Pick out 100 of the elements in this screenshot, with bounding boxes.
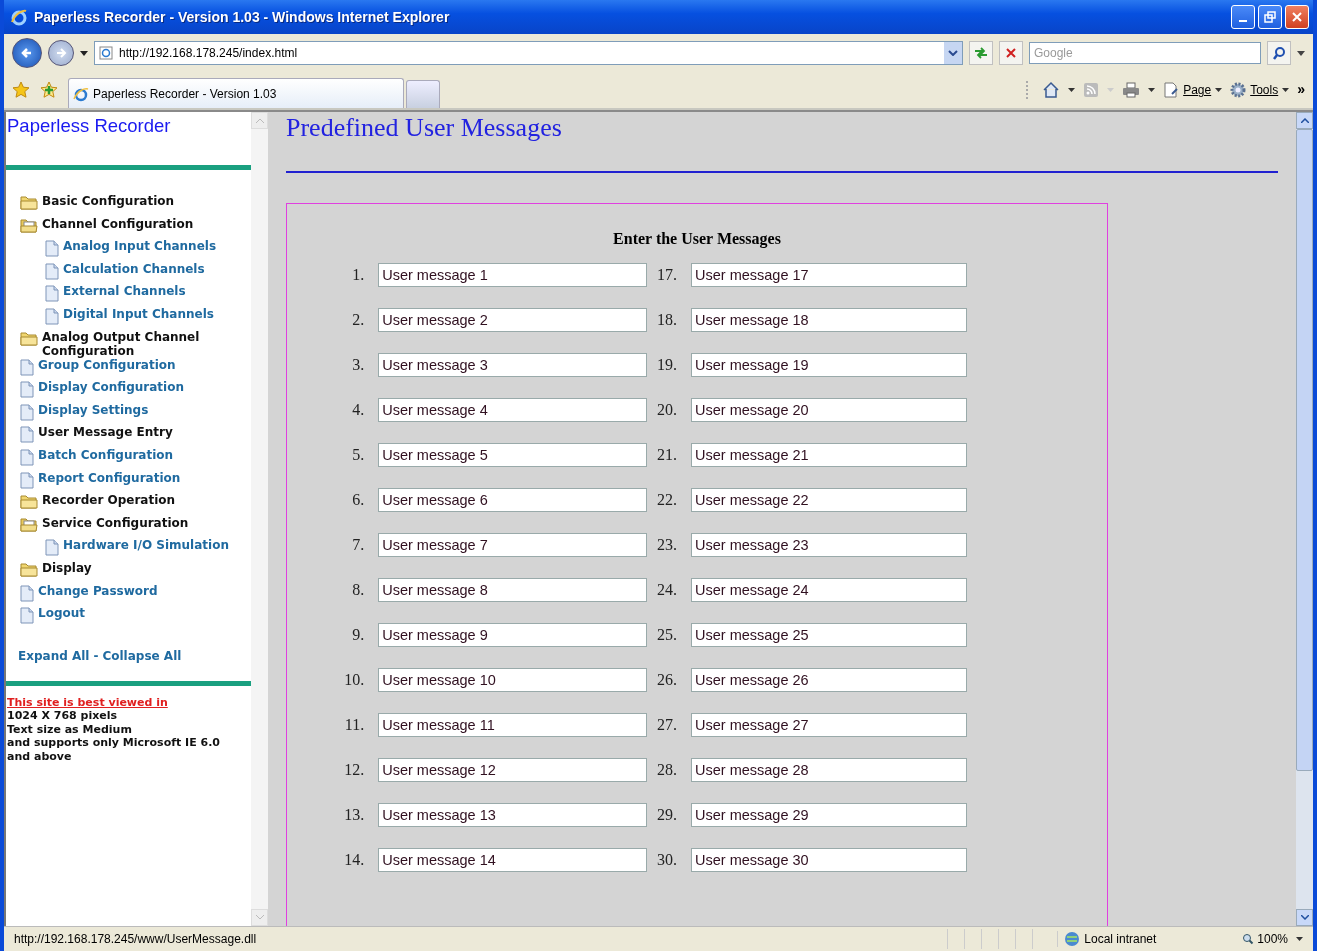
page-icon — [20, 584, 34, 602]
tools-menu-button[interactable]: Tools — [1230, 82, 1290, 98]
message-field[interactable]: User message 4 — [378, 398, 647, 422]
tree-item[interactable]: External Channels — [63, 284, 186, 299]
page-icon — [45, 285, 59, 303]
message-field[interactable]: User message 11 — [378, 713, 647, 737]
message-field[interactable]: User message 1 — [378, 263, 647, 287]
tree-item[interactable]: Channel Configuration — [42, 216, 194, 231]
message-number: 25. — [656, 626, 677, 644]
star-icon[interactable] — [12, 81, 30, 99]
caret-icon — [1215, 88, 1223, 92]
page-icon — [20, 607, 34, 625]
message-number: 6. — [351, 491, 365, 509]
page-heading: Predefined User Messages — [286, 112, 563, 144]
tree-item[interactable]: Calculation Channels — [63, 261, 205, 276]
message-field[interactable]: User message 21 — [691, 443, 967, 467]
tree-item[interactable]: Batch Configuration — [38, 447, 174, 462]
message-number: 5. — [351, 446, 365, 464]
collapse-all-link[interactable]: Collapse All — [102, 648, 182, 663]
dropdown-arrow-icon[interactable] — [1068, 88, 1076, 92]
page-icon — [45, 539, 59, 557]
message-field[interactable]: User message 2 — [378, 308, 647, 332]
back-button[interactable] — [12, 38, 42, 68]
message-field[interactable]: User message 5 — [378, 443, 647, 467]
page-icon — [20, 358, 34, 376]
page-icon — [20, 403, 34, 421]
message-field[interactable]: User message 7 — [378, 533, 647, 557]
zoom-button[interactable]: 100% — [1242, 932, 1288, 946]
notice-link[interactable]: This site is best viewed in — [7, 695, 168, 709]
message-field[interactable]: User message 17 — [691, 263, 967, 287]
message-number: 28. — [656, 761, 677, 779]
address-field[interactable]: http://192.168.178.245/index.html — [94, 41, 963, 65]
dropdown-arrow-icon[interactable] — [80, 50, 88, 56]
message-field[interactable]: User message 10 — [378, 668, 647, 692]
message-field[interactable]: User message 23 — [691, 533, 967, 557]
message-field[interactable]: User message 9 — [378, 623, 647, 647]
tree-item[interactable]: Service Configuration — [42, 515, 189, 530]
message-field[interactable]: User message 24 — [691, 578, 967, 602]
tree-item[interactable]: User Message Entry — [38, 425, 173, 440]
message-field[interactable]: User message 25 — [691, 623, 967, 647]
message-number: 29. — [656, 806, 677, 824]
message-field[interactable]: User message 22 — [691, 488, 967, 512]
expand-all-link[interactable]: Expand All — [18, 648, 90, 663]
add-favorite-icon[interactable] — [40, 81, 58, 99]
close-button[interactable] — [1285, 5, 1309, 29]
tree-item[interactable]: Basic Configuration — [42, 194, 175, 208]
more-button[interactable]: » — [1297, 81, 1305, 97]
minimize-button[interactable] — [1231, 5, 1255, 29]
browser-tab[interactable]: Paperless Recorder - Version 1.03 — [68, 78, 404, 108]
browser-logo-icon — [10, 8, 28, 26]
message-field[interactable]: User message 8 — [378, 578, 647, 602]
tree-item[interactable]: Display Settings — [38, 402, 149, 417]
dropdown-arrow-icon[interactable] — [1148, 88, 1156, 92]
message-field[interactable]: User message 3 — [378, 353, 647, 377]
tree-item[interactable]: Logout — [38, 606, 85, 621]
refresh-button[interactable] — [969, 41, 993, 65]
message-number: 8. — [351, 581, 365, 599]
tree-item[interactable]: Recorder Operation — [42, 493, 176, 508]
message-number: 9. — [351, 626, 365, 644]
scrollbar[interactable] — [1296, 112, 1313, 926]
tree-item[interactable]: Analog Output Channel Configuration — [42, 329, 202, 358]
restore-icon — [1264, 11, 1276, 23]
message-field[interactable]: User message 19 — [691, 353, 967, 377]
restore-button[interactable] — [1258, 5, 1282, 29]
message-number: 12. — [343, 761, 365, 779]
message-field[interactable]: User message 30 — [691, 848, 967, 872]
tree-item[interactable]: Group Configuration — [38, 357, 176, 372]
message-field[interactable]: User message 12 — [378, 758, 647, 782]
page-menu-button[interactable]: Page — [1163, 82, 1223, 98]
message-number: 30. — [656, 851, 677, 869]
message-field[interactable]: User message 20 — [691, 398, 967, 422]
message-number: 17. — [656, 266, 677, 284]
separator-text: - — [93, 648, 99, 663]
dropdown-arrow-icon[interactable] — [1296, 937, 1303, 941]
message-field[interactable]: User message 14 — [378, 848, 647, 872]
message-field[interactable]: User message 29 — [691, 803, 967, 827]
message-field[interactable]: User message 27 — [691, 713, 967, 737]
message-field[interactable]: User message 18 — [691, 308, 967, 332]
tree-item[interactable]: Change Password — [38, 583, 158, 598]
message-field[interactable]: User message 26 — [691, 668, 967, 692]
printer-icon[interactable] — [1122, 82, 1141, 98]
message-field[interactable]: User message 28 — [691, 758, 967, 782]
home-icon[interactable] — [1042, 81, 1061, 99]
forward-button[interactable] — [48, 40, 74, 66]
search-field[interactable]: Google — [1029, 42, 1261, 64]
page-icon — [20, 381, 34, 399]
dropdown-arrow-icon[interactable] — [1297, 50, 1305, 56]
tree-item[interactable]: Hardware I/O Simulation — [63, 538, 229, 553]
message-field[interactable]: User message 6 — [378, 488, 647, 512]
tree-item[interactable]: Report Configuration — [38, 470, 181, 485]
search-button[interactable] — [1267, 41, 1291, 65]
message-field[interactable]: User message 13 — [378, 803, 647, 827]
stop-button[interactable] — [999, 41, 1023, 65]
notice-text: and supports only Microsoft IE 6.0 — [7, 736, 221, 750]
tree-item[interactable]: Analog Input Channels — [63, 239, 217, 254]
tree-item[interactable]: Digital Input Channels — [63, 306, 214, 321]
gear-icon — [1230, 82, 1247, 98]
globe-icon — [1064, 931, 1081, 947]
tree-item[interactable]: Display — [42, 560, 92, 575]
tree-item[interactable]: Display Configuration — [38, 380, 184, 395]
